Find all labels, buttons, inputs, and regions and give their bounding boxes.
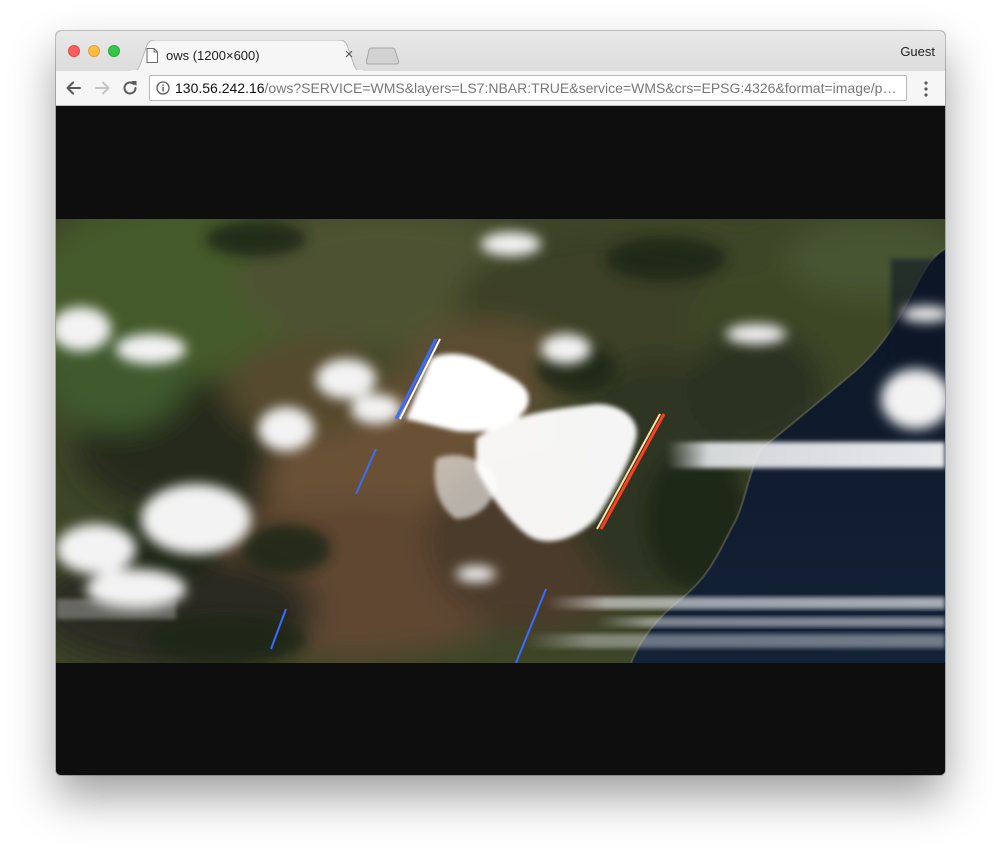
page-viewport: [56, 106, 945, 775]
toolbar: 130.56.242.16/ows?SERVICE=WMS&layers=LS7…: [56, 71, 945, 106]
url-text[interactable]: 130.56.242.16/ows?SERVICE=WMS&layers=LS7…: [175, 80, 900, 97]
back-arrow-icon[interactable]: [64, 78, 84, 98]
address-bar[interactable]: 130.56.242.16/ows?SERVICE=WMS&layers=LS7…: [149, 75, 907, 101]
reload-icon[interactable]: [120, 78, 140, 98]
tab-close-icon[interactable]: ×: [342, 47, 356, 63]
document-icon: [146, 48, 158, 63]
kebab-menu-icon[interactable]: [918, 79, 934, 99]
title-bar: ows (1200×600) × Guest: [56, 31, 945, 72]
url-host: 130.56.242.16: [175, 80, 265, 96]
tab-ows[interactable]: ows (1200×600) ×: [130, 40, 364, 72]
forward-arrow-icon[interactable]: [92, 78, 112, 98]
tab-title: ows (1200×600): [166, 48, 260, 63]
satellite-map-image: [56, 219, 945, 663]
new-tab-button[interactable]: [366, 47, 402, 65]
profile-name[interactable]: Guest: [900, 44, 935, 59]
maximize-window-button[interactable]: [108, 45, 120, 57]
info-icon[interactable]: [156, 81, 170, 95]
minimize-window-button[interactable]: [88, 45, 100, 57]
url-path: /ows?SERVICE=WMS&layers=LS7:NBAR:TRUE&se…: [264, 80, 900, 96]
browser-window: ows (1200×600) × Guest 130.56.242.16/ows…: [56, 31, 945, 775]
close-window-button[interactable]: [68, 45, 80, 57]
